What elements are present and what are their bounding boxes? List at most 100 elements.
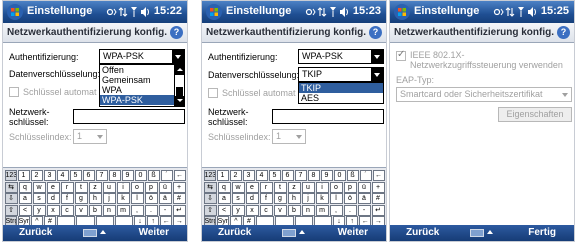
keyboard-key[interactable]: o	[329, 181, 343, 193]
keyboard-key[interactable]: t	[273, 181, 287, 193]
keyboard-key[interactable]: s	[32, 193, 46, 204]
keyboard-key[interactable]: ä	[357, 193, 371, 204]
auth-select[interactable]: WPA-PSK	[99, 49, 185, 64]
keyboard-key[interactable]: u	[102, 181, 116, 193]
keyboard-key[interactable]: f	[60, 193, 74, 204]
ieee-8021x-checkbox[interactable]	[396, 49, 406, 61]
keyboard-key[interactable]: ö	[144, 193, 158, 204]
keyboard-key[interactable]: i	[315, 181, 329, 193]
key-index-select[interactable]: 1	[73, 129, 107, 144]
keyboard-key[interactable]: 1	[17, 170, 30, 181]
help-icon[interactable]: ?	[369, 26, 382, 39]
windows-start-icon[interactable]	[206, 4, 222, 20]
keyboard-key[interactable]: ←	[173, 170, 186, 181]
keyboard-key[interactable]: k	[116, 193, 130, 204]
eap-type-select[interactable]: Smartcard oder Sicherheitszertifikat	[396, 87, 572, 102]
keyboard-key[interactable]: w	[231, 181, 245, 193]
chevron-down-icon[interactable]	[172, 50, 184, 63]
chevron-down-icon[interactable]	[371, 50, 383, 63]
chevron-down-icon[interactable]	[371, 68, 383, 81]
keyboard-key[interactable]: q	[217, 181, 231, 193]
keyboard-key[interactable]: ä	[158, 193, 172, 204]
next-softkey[interactable]: Weiter	[338, 227, 368, 238]
help-icon[interactable]: ?	[557, 26, 570, 39]
keyboard-key[interactable]: o	[130, 181, 144, 193]
keyboard-key[interactable]: l	[329, 193, 343, 204]
keyboard-key[interactable]: 2	[229, 170, 242, 181]
keyboard-key[interactable]: ⇩	[203, 193, 217, 204]
keyboard-key[interactable]: 4	[56, 170, 69, 181]
keyboard-key[interactable]: ⇆	[203, 181, 217, 193]
properties-button[interactable]: Eigenschaften	[498, 107, 572, 122]
help-icon[interactable]: ?	[170, 26, 183, 39]
keyboard-key[interactable]: y	[231, 204, 245, 216]
keyboard-key[interactable]: m	[315, 204, 329, 216]
status-icons[interactable]	[106, 5, 150, 19]
keyboard-key[interactable]: -	[158, 204, 172, 216]
network-key-input[interactable]	[272, 109, 384, 124]
keyboard-key[interactable]: ß	[346, 170, 359, 181]
keyboard-key[interactable]: ⇧	[4, 204, 18, 216]
keyboard-key[interactable]: v	[74, 204, 88, 216]
keyboard-key[interactable]: ß	[147, 170, 160, 181]
keyboard-key[interactable]: h	[287, 193, 301, 204]
keyboard-key[interactable]: .	[144, 204, 158, 216]
keyboard-key[interactable]: n	[301, 204, 315, 216]
keyboard-key[interactable]: f	[259, 193, 273, 204]
keyboard-key[interactable]: ⇩	[4, 193, 18, 204]
keyboard-key[interactable]: ü	[158, 181, 172, 193]
key-index-select[interactable]: 1	[272, 129, 306, 144]
scroll-down-icon[interactable]	[175, 96, 184, 106]
auth-select[interactable]: WPA-PSK	[298, 49, 384, 64]
windows-start-icon[interactable]	[7, 4, 23, 20]
keyboard-key[interactable]: a	[217, 193, 231, 204]
keyboard-key[interactable]: s	[231, 193, 245, 204]
encryption-options-list[interactable]: TKIP AES	[298, 82, 384, 104]
keyboard-key[interactable]: ⇆	[4, 181, 18, 193]
encryption-option[interactable]: AES	[299, 93, 383, 103]
keyboard-key[interactable]: r	[259, 181, 273, 193]
keyboard-key[interactable]: <	[18, 204, 32, 216]
keyboard-key[interactable]: #	[172, 193, 186, 204]
keyboard-key[interactable]: 8	[108, 170, 121, 181]
keyboard-icon[interactable]	[83, 229, 97, 237]
auth-option[interactable]: WPA	[100, 85, 175, 95]
keyboard-key[interactable]: +	[371, 181, 385, 193]
keyboard-key[interactable]: p	[343, 181, 357, 193]
keyboard-key[interactable]: e	[245, 181, 259, 193]
chevron-down-icon[interactable]	[293, 130, 305, 143]
keyboard-key[interactable]: 9	[320, 170, 333, 181]
keyboard-key[interactable]: h	[88, 193, 102, 204]
keyboard-icon[interactable]	[470, 229, 484, 237]
keyboard-key[interactable]: q	[18, 181, 32, 193]
keyboard-key[interactable]: 7	[294, 170, 307, 181]
caret-up-icon[interactable]	[100, 230, 106, 234]
keyboard-key[interactable]: 3	[242, 170, 255, 181]
keyboard-key[interactable]: <	[217, 204, 231, 216]
keyboard-key[interactable]: ´	[359, 170, 372, 181]
scrollbar[interactable]	[174, 65, 184, 106]
keyboard-key[interactable]: 8	[307, 170, 320, 181]
status-icons[interactable]	[493, 5, 537, 19]
keyboard-key[interactable]: z	[88, 181, 102, 193]
keyboard-key[interactable]: 5	[69, 170, 82, 181]
keyboard-icon[interactable]	[282, 229, 296, 237]
keyboard-key[interactable]: v	[273, 204, 287, 216]
keyboard-key[interactable]: m	[116, 204, 130, 216]
keyboard-key[interactable]: 123	[4, 170, 17, 181]
keyboard-key[interactable]: ,	[329, 204, 343, 216]
keyboard-key[interactable]: c	[60, 204, 74, 216]
keyboard-key[interactable]: 123	[203, 170, 216, 181]
back-softkey[interactable]: Zurück	[218, 227, 251, 238]
auth-option[interactable]: Offen	[100, 65, 175, 75]
auth-option-selected[interactable]: WPA-PSK	[100, 95, 175, 105]
keyboard-key[interactable]: 6	[82, 170, 95, 181]
auth-options-list[interactable]: Offen Gemeinsam WPA WPA-PSK	[99, 64, 185, 107]
keyboard-key[interactable]: +	[172, 181, 186, 193]
keyboard-key[interactable]: -	[357, 204, 371, 216]
done-softkey[interactable]: Fertig	[528, 227, 556, 238]
keyboard-key[interactable]: 2	[30, 170, 43, 181]
keyboard-key[interactable]: z	[287, 181, 301, 193]
keyboard-key[interactable]: n	[102, 204, 116, 216]
keyboard-key[interactable]: 7	[95, 170, 108, 181]
